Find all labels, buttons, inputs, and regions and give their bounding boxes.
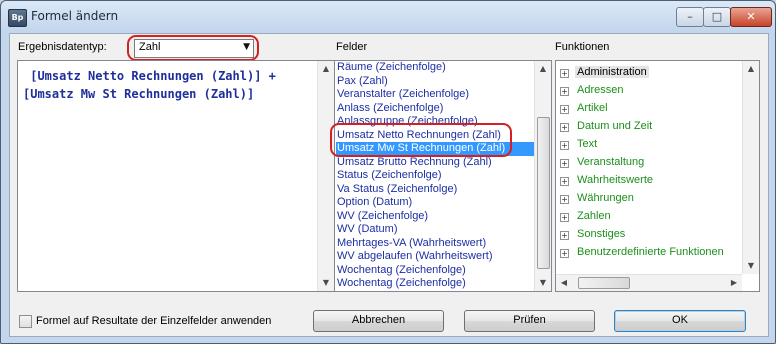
formula-dialog: Bp Formel ändern – □ ✕ Ergebnisdatentyp:… xyxy=(0,0,776,344)
function-category-label[interactable]: Zahlen xyxy=(577,210,611,222)
result-type-label: Ergebnisdatentyp: xyxy=(18,41,107,53)
functions-hscrollbar[interactable]: ◀ ▶ xyxy=(556,274,742,291)
field-item[interactable]: Umsatz Brutto Rechnung (Zahl) xyxy=(336,156,534,170)
functions-label: Funktionen xyxy=(555,41,610,53)
formula-text[interactable]: [Umsatz Netto Rechnungen (Zahl)] + [Umsa… xyxy=(23,67,319,103)
functions-vscrollbar[interactable]: ▲ ▼ xyxy=(742,61,759,274)
window-title: Formel ändern xyxy=(31,9,119,23)
formula-scrollbar[interactable]: ▲ ▼ xyxy=(317,61,334,291)
dialog-client-area: Ergebnisdatentyp: Zahl ▼ [Umsatz Netto R… xyxy=(9,33,769,337)
function-category-label[interactable]: Adressen xyxy=(577,84,623,96)
scroll-down-icon[interactable]: ▼ xyxy=(743,258,759,274)
fields-scrollbar[interactable]: ▲ ▼ xyxy=(534,61,551,291)
field-item[interactable]: Wochentag (Zeichenfolge) xyxy=(336,277,534,291)
expand-plus-icon[interactable]: + xyxy=(560,105,569,114)
field-item[interactable]: Umsatz Mw St Rechnungen (Zahl) xyxy=(336,142,534,156)
function-category-label[interactable]: Administration xyxy=(575,66,649,78)
field-item[interactable]: Va Status (Zeichenfolge) xyxy=(336,183,534,197)
fields-list[interactable]: Räume (Zeichenfolge) Pax (Zahl) Veranstalt… xyxy=(334,60,552,292)
field-item[interactable]: WV (Datum) xyxy=(336,223,534,237)
expand-plus-icon[interactable]: + xyxy=(560,213,569,222)
function-category-label[interactable]: Währungen xyxy=(577,192,634,204)
close-button[interactable]: ✕ xyxy=(730,7,772,27)
function-category-label[interactable]: Veranstaltung xyxy=(577,156,644,168)
function-category-label[interactable]: Sonstiges xyxy=(577,228,625,240)
scroll-down-icon[interactable]: ▼ xyxy=(535,275,551,291)
fields-scroll-thumb[interactable] xyxy=(537,117,550,269)
function-category-label[interactable]: Artikel xyxy=(577,102,608,114)
expand-plus-icon[interactable]: + xyxy=(560,87,569,96)
scroll-right-icon[interactable]: ▶ xyxy=(726,275,742,291)
formula-editor[interactable]: [Umsatz Netto Rechnungen (Zahl)] + [Umsa… xyxy=(17,60,335,292)
expand-plus-icon[interactable]: + xyxy=(560,141,569,150)
function-category-label[interactable]: Datum und Zeit xyxy=(577,120,652,132)
result-type-dropdown[interactable]: Zahl ▼ xyxy=(134,39,254,58)
minimize-button[interactable]: – xyxy=(676,7,704,27)
scroll-left-icon[interactable]: ◀ xyxy=(556,275,572,291)
scroll-up-icon[interactable]: ▲ xyxy=(318,61,334,77)
title-bar[interactable]: Bp Formel ändern – □ ✕ xyxy=(1,1,775,33)
field-item[interactable]: Wochentag (Zeichenfolge) xyxy=(336,264,534,278)
check-button[interactable]: Prüfen xyxy=(464,310,595,332)
app-icon: Bp xyxy=(8,9,27,27)
field-item[interactable]: Umsatz Netto Rechnungen (Zahl) xyxy=(336,129,534,143)
field-item[interactable]: Veranstalter (Zeichenfolge) xyxy=(336,88,534,102)
expand-plus-icon[interactable]: + xyxy=(560,159,569,168)
expand-plus-icon[interactable]: + xyxy=(560,69,569,78)
scroll-down-icon[interactable]: ▼ xyxy=(318,275,334,291)
apply-to-fields-checkbox[interactable] xyxy=(19,315,32,328)
fields-label: Felder xyxy=(336,41,368,53)
expand-plus-icon[interactable]: + xyxy=(560,195,569,204)
functions-hscroll-thumb[interactable] xyxy=(578,277,630,289)
function-category-label[interactable]: Wahrheitswerte xyxy=(577,174,653,186)
ok-button[interactable]: OK xyxy=(614,310,746,332)
field-item[interactable]: Pax (Zahl) xyxy=(336,75,534,89)
expand-plus-icon[interactable]: + xyxy=(560,249,569,258)
maximize-button[interactable]: □ xyxy=(703,7,731,27)
functions-tree[interactable]: + Administration + Adressen + Artikel + Datum u… xyxy=(555,60,760,292)
result-type-value: Zahl xyxy=(139,41,161,53)
cancel-button[interactable]: Abbrechen xyxy=(313,310,444,332)
field-item[interactable]: WV (Zeichenfolge) xyxy=(336,210,534,224)
field-item[interactable]: WV abgelaufen (Wahrheitswert) xyxy=(336,250,534,264)
field-item[interactable]: Anlass (Zeichenfolge) xyxy=(336,102,534,116)
expand-plus-icon[interactable]: + xyxy=(560,123,569,132)
field-item[interactable]: Status (Zeichenfolge) xyxy=(336,169,534,183)
field-item[interactable]: Räume (Zeichenfolge) xyxy=(336,61,534,75)
function-category-label[interactable]: Benutzerdefinierte Funktionen xyxy=(577,246,724,258)
fields-items: Räume (Zeichenfolge) Pax (Zahl) Veranstalt… xyxy=(336,61,534,291)
dropdown-arrow-icon[interactable]: ▼ xyxy=(243,42,250,52)
function-category-label[interactable]: Text xyxy=(577,138,597,150)
expand-plus-icon[interactable]: + xyxy=(560,231,569,240)
scroll-up-icon[interactable]: ▲ xyxy=(535,61,551,77)
apply-to-fields-label[interactable]: Formel auf Resultate der Einzelfelder an… xyxy=(36,315,271,327)
expand-plus-icon[interactable]: + xyxy=(560,177,569,186)
scroll-up-icon[interactable]: ▲ xyxy=(743,61,759,77)
field-item[interactable]: Mehrtages-VA (Wahrheitswert) xyxy=(336,237,534,251)
field-item[interactable]: Option (Datum) xyxy=(336,196,534,210)
field-item[interactable]: Anlassgruppe (Zeichenfolge) xyxy=(336,115,534,129)
